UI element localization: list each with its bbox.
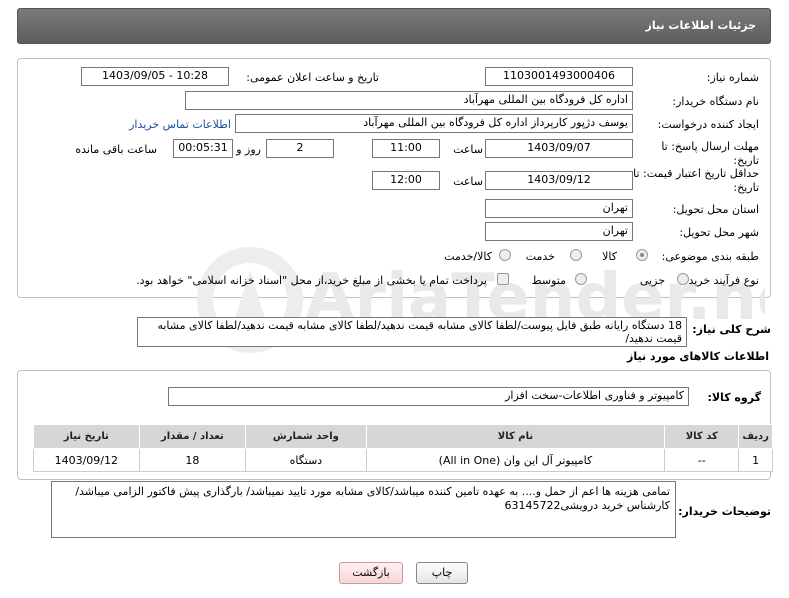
description-textarea[interactable]: 18 دستگاه رایانه طبق فایل پیوست/لطفا کال… [137,317,687,347]
cell-quantity: 18 [138,448,247,472]
purchase-radio-minor[interactable] [677,273,689,285]
purchase-radio-medium[interactable] [575,273,587,285]
days-remaining-field: 2 [266,139,334,158]
cell-need-date: 1403/09/12 [33,448,140,472]
days-label: روز و [236,143,261,156]
buyer-notes-label: توضیحات خریدار: [678,505,771,518]
announce-datetime-field: 1403/09/05 - 10:28 [81,67,229,86]
col-unit: واحد شمارش [245,424,367,449]
remaining-time-field: 00:05:31 [173,139,233,158]
buyer-org-label: نام دستگاه خریدار: [672,95,759,108]
category-radio-goods-service[interactable] [499,249,511,261]
province-label: استان محل تحویل: [672,203,759,216]
purchase-type-label: نوع فرآیند خرید : [681,274,759,287]
announce-label: تاریخ و ساعت اعلان عمومی: [246,71,379,84]
deadline-date-field: 1403/09/07 [485,139,633,158]
col-name: نام کالا [365,424,666,449]
description-label: شرح کلی نیاز: [692,323,771,336]
deadline-date-label: تاریخ: [733,154,759,167]
cell-unit: دستگاه [245,448,367,472]
watermark: AriaTender.net [195,245,765,365]
deadline-label: مهلت ارسال پاسخ: تا [661,140,759,153]
purchase-option-medium: متوسط [531,274,566,287]
category-option-service: خدمت [525,250,555,263]
goods-table-header: ردیف کد کالا نام کالا واحد شمارش تعداد /… [33,424,773,449]
cell-row: 1 [738,448,773,472]
treasury-payment-note: پرداخت تمام یا بخشی از مبلغ خرید،از محل … [136,274,487,287]
back-button[interactable]: بازگشت [339,562,403,584]
goods-section-title: اطلاعات کالاهای مورد نیاز [627,350,769,363]
deadline-time-field: 11:00 [372,139,440,158]
city-field: تهران [485,222,633,241]
category-option-goods: کالا [602,250,617,263]
col-row: ردیف [738,424,773,449]
validity-date-field: 1403/09/12 [485,171,633,190]
category-radio-service[interactable] [570,249,582,261]
goods-group-field: کامپیوتر و فناوری اطلاعات-سخت افزار [168,387,689,406]
deadline-hour-label: ساعت [453,143,483,156]
cell-name: کامپیوتر آل این وان (All in One) [365,448,666,472]
page-header: جزئیات اطلاعات نیاز [17,8,771,44]
print-button[interactable]: چاپ [416,562,468,584]
category-label: طبقه بندی موضوعی: [661,250,759,263]
requester-field: یوسف دژپور کارپرداز اداره کل فرودگاه بین… [235,114,633,133]
city-label: شهر محل تحویل: [679,226,759,239]
buyer-org-field: اداره کل فرودگاه بین المللی مهرآباد [185,91,633,110]
purchase-option-minor: جزیی [639,274,665,287]
treasury-payment-checkbox[interactable] [497,273,509,285]
col-need-date: تاریخ نیاز [33,424,140,449]
goods-group-label: گروه کالا: [707,391,761,404]
requester-label: ایجاد کننده درخواست: [657,118,759,131]
validity-hour-label: ساعت [453,175,483,188]
col-code: کد کالا [664,424,740,449]
validity-time-field: 12:00 [372,171,440,190]
remaining-time-label: ساعت باقی مانده [75,143,157,156]
category-option-goods-service: کالا/خدمت [444,250,492,263]
buyer-contact-link[interactable]: اطلاعات تماس خریدار [129,118,231,131]
province-field: تهران [485,199,633,218]
category-radio-goods[interactable] [636,249,648,261]
validity-date-label: تاریخ: [733,181,759,194]
page-title: جزئیات اطلاعات نیاز [645,19,757,32]
cell-code: -- [664,448,740,472]
validity-label: حداقل تاریخ اعتبار قیمت: تا [633,167,759,180]
goods-table: ردیف کد کالا نام کالا واحد شمارش تعداد /… [33,424,773,472]
col-quantity: تعداد / مقدار [138,424,247,449]
buyer-notes-textarea[interactable]: تمامی هزینه ها اعم از حمل و.... به عهده … [51,481,676,538]
need-number-label: شماره نیاز: [706,71,759,84]
table-row: 1 -- کامپیوتر آل این وان (All in One) دس… [33,448,773,472]
need-number-field: 1103001493000406 [485,67,633,86]
